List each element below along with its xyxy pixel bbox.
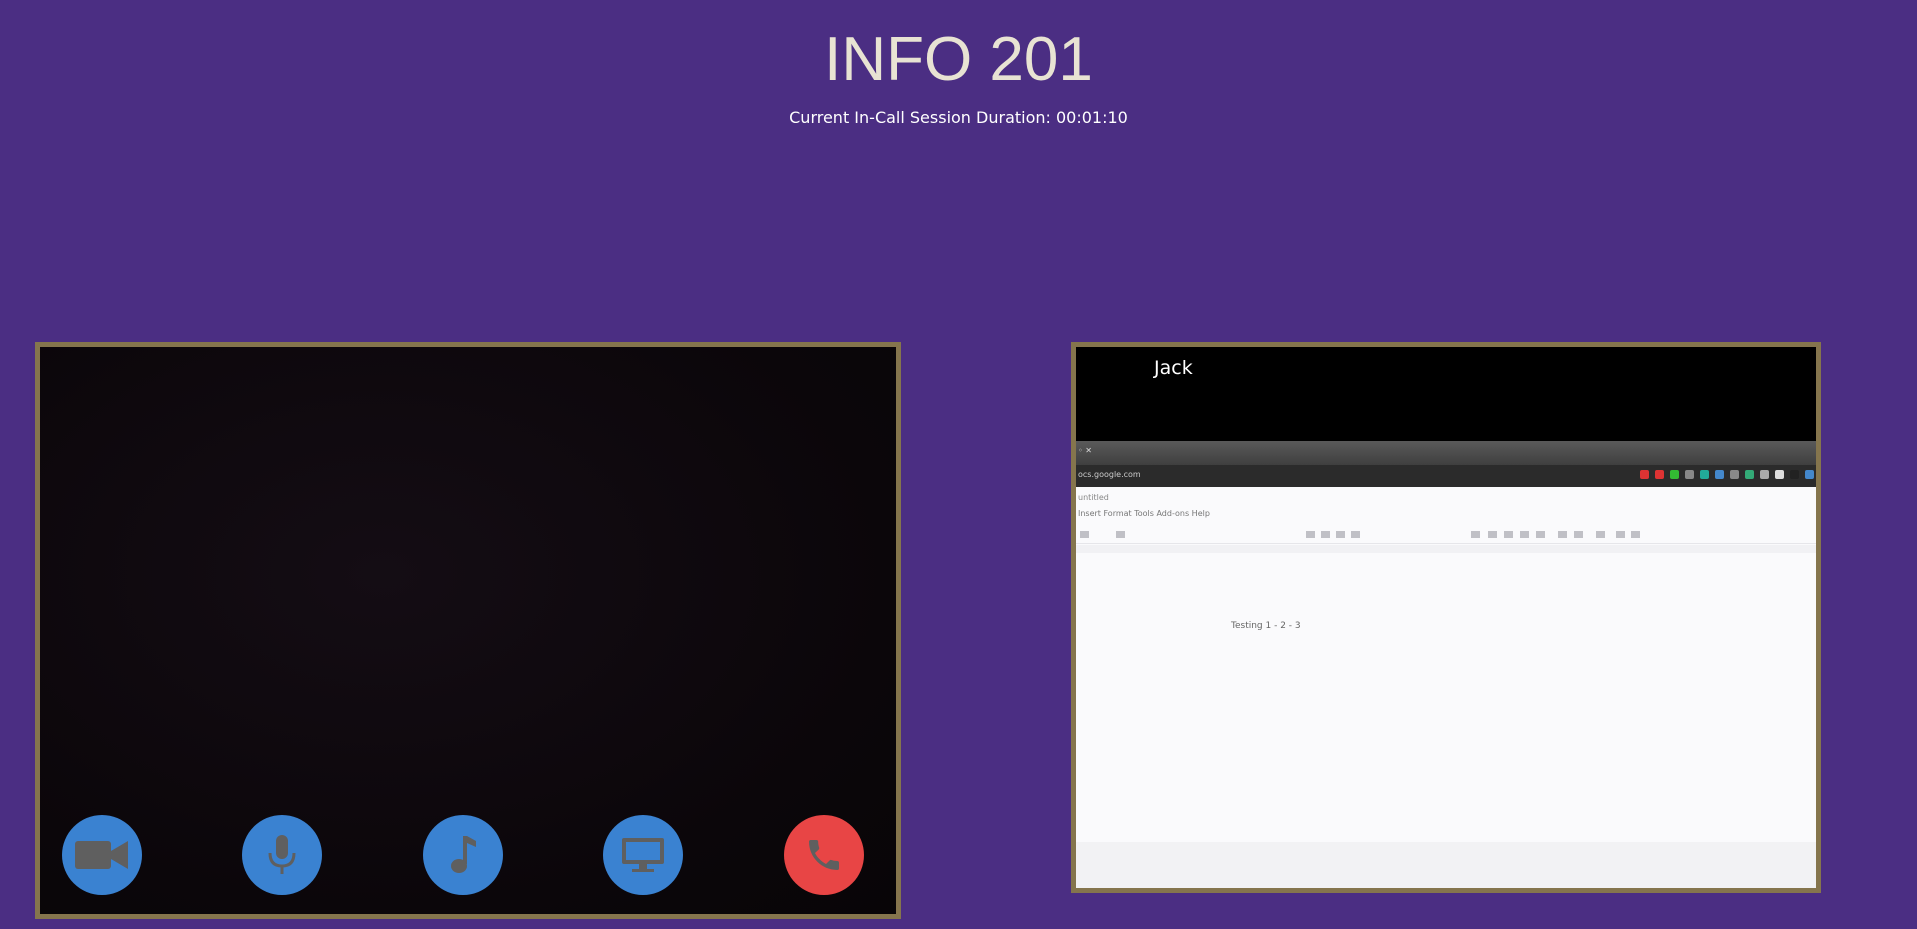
shared-extension-icons [1640,470,1814,479]
page-title: INFO 201 [824,25,1093,94]
monitor-icon [622,838,664,872]
end-call-button[interactable] [784,815,864,895]
participant-name: Jack [1154,357,1193,379]
shared-doc-menu: Insert Format Tools Add-ons Help [1078,509,1210,518]
extension-icon [1640,470,1649,479]
session-duration: Current In-Call Session Duration: 00:01:… [789,108,1128,127]
extension-icon [1760,470,1769,479]
shared-url: ocs.google.com [1078,470,1141,479]
shared-tab-label: ◦ ✕ [1078,446,1092,455]
shared-doc-ruler [1076,545,1816,553]
shared-doc-text: Testing 1 - 2 - 3 [1231,621,1301,631]
remote-video-header: Jack [1076,347,1816,441]
phone-hangup-icon [809,840,839,870]
shared-browser-tabbar: ◦ ✕ [1076,441,1816,465]
shared-doc-title: untitled [1078,493,1109,502]
local-video-panel [35,342,901,919]
extension-icon [1685,470,1694,479]
shared-doc-toolbar [1076,527,1816,544]
extension-icon [1715,470,1724,479]
extension-icon [1655,470,1664,479]
music-note-icon [451,836,476,873]
call-controls [40,815,896,895]
toggle-microphone-button[interactable] [242,815,322,895]
shared-doc-footer [1076,842,1816,888]
extension-icon [1700,470,1709,479]
shared-document: untitled Insert Format Tools Add-ons Hel… [1076,487,1816,888]
video-camera-icon [75,841,128,869]
extension-icon [1730,470,1739,479]
shared-browser-urlbar: ocs.google.com [1076,465,1816,487]
extension-icon [1790,470,1799,479]
microphone-icon [268,835,296,874]
toggle-video-button[interactable] [62,815,142,895]
extension-icon [1775,470,1784,479]
extension-icon [1805,470,1814,479]
extension-icon [1670,470,1679,479]
screen-share-button[interactable] [603,815,683,895]
music-button[interactable] [423,815,503,895]
shared-screen: ◦ ✕ ocs.google.com untitled Insert Forma… [1076,441,1816,888]
extension-icon [1745,470,1754,479]
remote-video-panel: Jack ◦ ✕ ocs.google.com untitled Insert … [1071,342,1821,893]
